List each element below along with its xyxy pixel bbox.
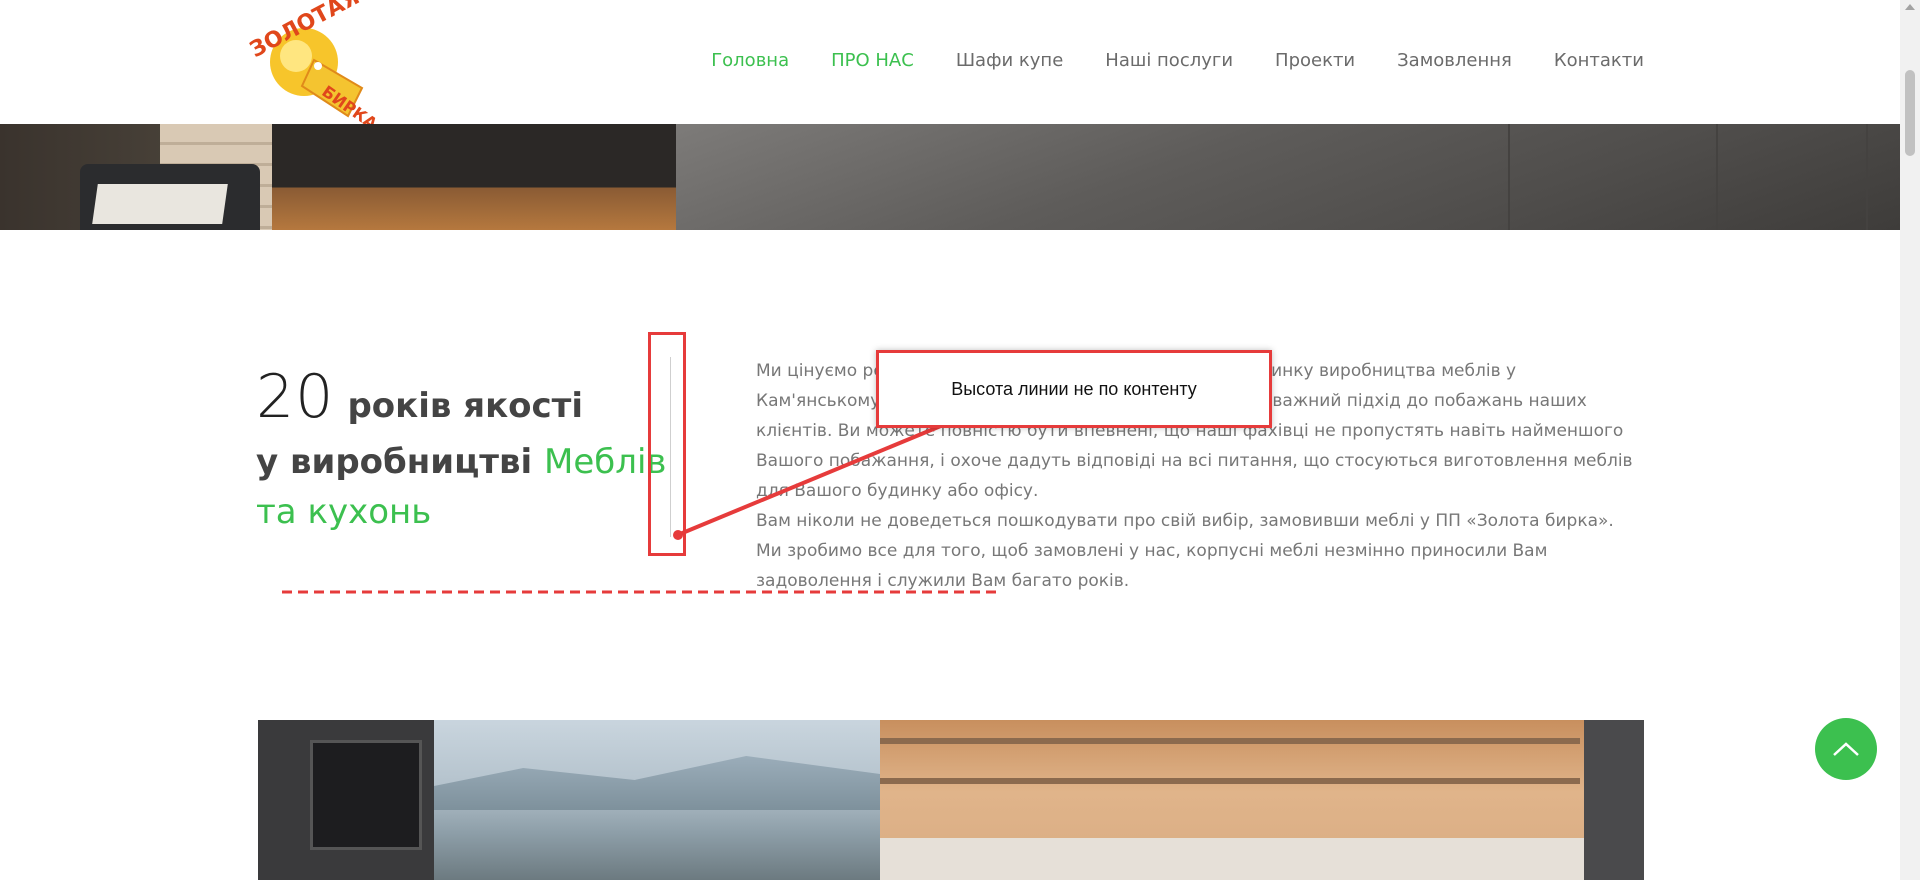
kitchen-shelf (880, 778, 1580, 784)
hero-panel-seam (1508, 124, 1510, 230)
heading-line-2: у виробництві Меблів (256, 442, 666, 482)
kitchen-dark-panel (1584, 720, 1644, 880)
site-logo[interactable]: ЗОЛОТАЯ БИРКА (244, 0, 381, 134)
scroll-to-top-button[interactable] (1815, 718, 1877, 780)
heading-line-2-plain: у виробництві (256, 442, 533, 482)
hero-newspaper (92, 184, 228, 224)
page: ЗОЛОТАЯ БИРКА Головна ПРО НАС Шафи купе … (0, 0, 1900, 880)
about-paragraph-2: Вам ніколи не доведеться пошкодувати про… (756, 511, 1614, 591)
chevron-up-icon (1833, 742, 1859, 756)
nav-item-about[interactable]: ПРО НАС (831, 50, 914, 71)
annotation-callout: Высота линии не по контенту (876, 350, 1272, 428)
hero-panel-seam (1716, 124, 1718, 230)
nav-item-services[interactable]: Наші послуги (1105, 50, 1233, 71)
hero-panel-seam (1866, 124, 1868, 230)
years-text: років якості (347, 386, 584, 426)
scroll-up-arrow-icon[interactable] (1905, 4, 1915, 10)
nav-item-contacts[interactable]: Контакти (1554, 50, 1644, 71)
kitchen-shelf (880, 738, 1580, 744)
kitchen-counter (880, 838, 1644, 880)
nav-item-home[interactable]: Головна (711, 50, 789, 71)
hero-image (0, 124, 1900, 230)
site-header: ЗОЛОТАЯ БИРКА Головна ПРО НАС Шафи купе … (0, 0, 1900, 134)
kitchen-oven (310, 740, 422, 850)
hero-floor (250, 124, 676, 230)
nav-item-order[interactable]: Замовлення (1397, 50, 1512, 71)
nav-item-wardrobes[interactable]: Шафи купе (956, 50, 1063, 71)
years-number: 20 (256, 362, 335, 432)
years-heading: 20 років якості (256, 362, 583, 432)
hero-photo-right (676, 124, 1900, 230)
hero-photo-left (0, 124, 676, 230)
main-nav: Головна ПРО НАС Шафи купе Наші послуги П… (669, 50, 1644, 71)
heading-line-3: та кухонь (256, 492, 432, 532)
page-scrollbar[interactable] (1900, 0, 1920, 880)
nav-item-projects[interactable]: Проекти (1275, 50, 1355, 71)
annotation-highlight-box (648, 332, 686, 556)
scrollbar-thumb[interactable] (1905, 70, 1915, 156)
kitchen-image (258, 720, 1644, 880)
